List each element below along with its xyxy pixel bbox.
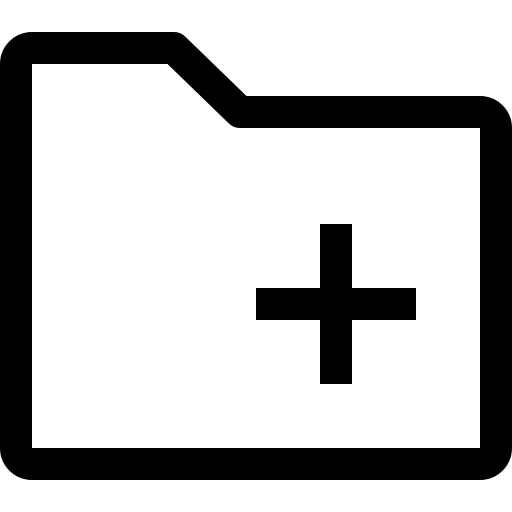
- folder-add-icon: [0, 0, 512, 512]
- icon-canvas: [0, 0, 512, 512]
- plus-horizontal-bar: [256, 288, 416, 320]
- background: [0, 0, 512, 512]
